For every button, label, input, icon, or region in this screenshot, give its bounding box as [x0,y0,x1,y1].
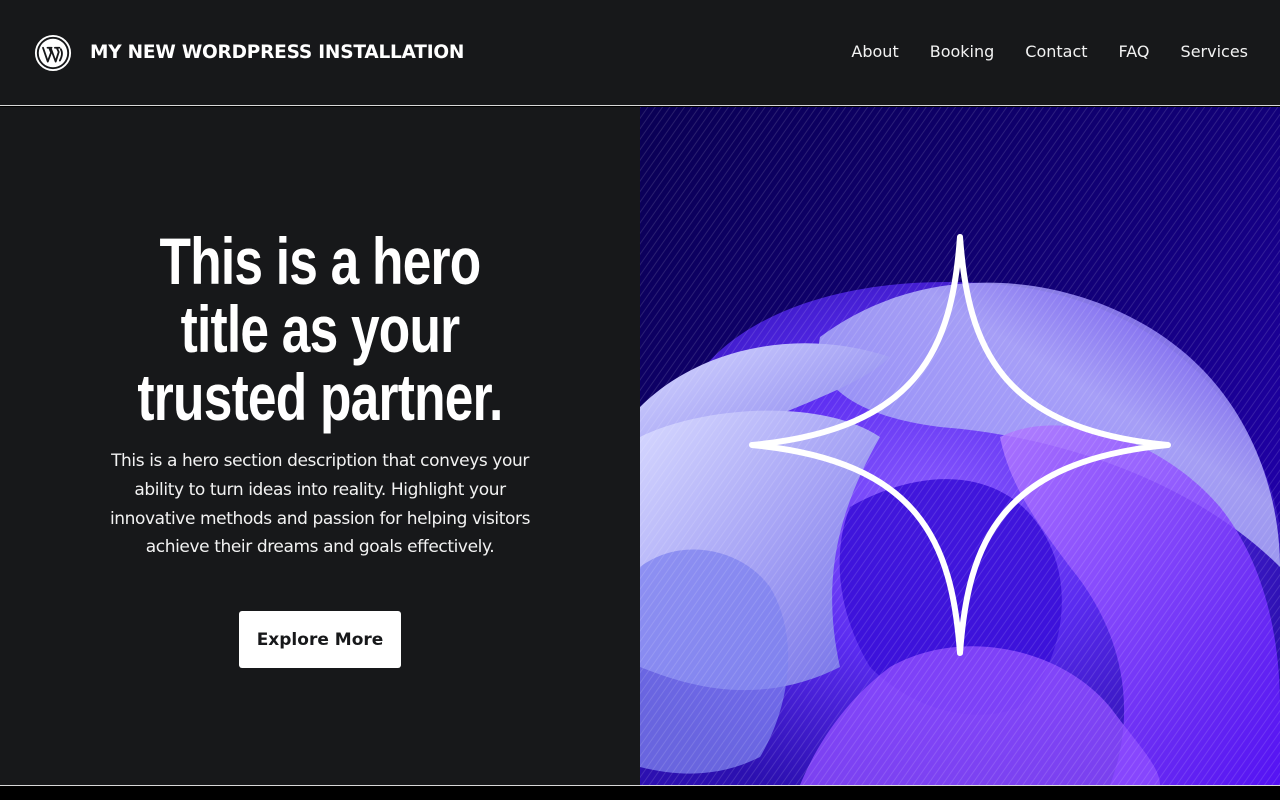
hero-text-panel: This is a hero title as your trusted par… [0,107,640,785]
wordpress-logo-icon[interactable] [34,34,72,72]
explore-more-button[interactable]: Explore More [239,611,401,668]
site-header: MY NEW WORDPRESS INSTALLATION About Book… [0,0,1280,106]
abstract-3d-artwork [640,107,1280,785]
nav-item-about[interactable]: About [851,41,898,63]
main-nav: About Booking Contact FAQ Services [851,41,1248,63]
site-title[interactable]: MY NEW WORDPRESS INSTALLATION [90,40,464,66]
nav-item-faq[interactable]: FAQ [1119,41,1150,63]
nav-item-booking[interactable]: Booking [930,41,995,63]
hero-title: This is a hero title as your trusted par… [137,224,503,434]
bottom-strip [0,786,1280,800]
hero-image [640,107,1280,785]
nav-item-services[interactable]: Services [1181,41,1248,63]
hero-description: This is a hero section description that … [109,451,531,558]
nav-item-contact[interactable]: Contact [1025,41,1087,63]
